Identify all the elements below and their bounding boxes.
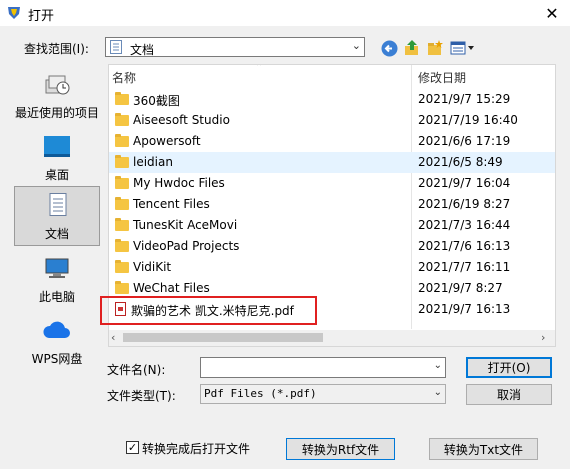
modified-date: 2021/6/19 8:27 — [418, 197, 511, 211]
sort-ascending-icon: ⌃ — [255, 64, 264, 73]
new-folder-icon — [428, 40, 443, 55]
back-arrow-icon — [381, 40, 397, 56]
file-type-value: Pdf Files (*.pdf) — [204, 387, 317, 400]
folder-icon — [115, 92, 129, 105]
file-name: VidiKit — [133, 260, 172, 274]
convert-to-txt-button[interactable]: 转换为Txt文件 — [429, 438, 538, 460]
modified-date: 2021/9/7 15:29 — [418, 92, 511, 106]
title-bar: 打开 ✕ — [0, 0, 570, 26]
cancel-button-label: 取消 — [496, 388, 521, 402]
column-header-date[interactable]: 修改日期 — [418, 69, 466, 86]
folder-icon — [115, 176, 129, 189]
convert-to-rtf-button[interactable]: 转换为Rtf文件 — [286, 438, 395, 460]
modified-date: 2021/9/7 16:13 — [418, 302, 511, 316]
open-after-convert-checkbox[interactable]: ✓ — [126, 441, 139, 454]
modified-date: 2021/6/6 17:19 — [418, 134, 511, 148]
modified-date: 2021/7/3 16:44 — [418, 218, 511, 232]
file-name: My Hwdoc Files — [133, 176, 225, 190]
file-type-dropdown[interactable]: Pdf Files (*.pdf) ⌄ — [200, 384, 446, 404]
documents-folder-icon — [110, 40, 122, 54]
folder-icon — [115, 155, 129, 168]
place-label: 最近使用的项目 — [14, 106, 99, 120]
folder-icon — [115, 218, 129, 231]
horizontal-scrollbar[interactable]: ‹ › — [109, 330, 555, 346]
file-name: Apowersoft — [133, 134, 201, 148]
wps-cloud-icon — [43, 321, 70, 338]
scroll-left-icon[interactable]: ‹ — [111, 331, 115, 344]
window-title: 打开 — [28, 9, 55, 24]
convert-to-txt-label: 转换为Txt文件 — [443, 442, 524, 457]
list-item[interactable]: 360截图 2021/9/7 15:29 — [109, 89, 555, 110]
look-in-label: 查找范围(I): — [24, 42, 89, 56]
folder-icon — [115, 260, 129, 273]
list-item[interactable]: VideoPad Projects 2021/7/6 16:13 — [109, 236, 555, 257]
chevron-down-icon: ⌄ — [433, 387, 442, 398]
view-menu-button[interactable] — [450, 38, 476, 58]
view-menu-icon — [450, 41, 474, 55]
file-name: 360截图 — [133, 94, 180, 108]
file-type-label: 文件类型(T): — [107, 389, 176, 403]
place-label: 桌面 — [44, 168, 69, 182]
place-recent-items[interactable]: 最近使用的项目 — [14, 66, 100, 124]
folder-icon — [115, 281, 129, 294]
file-name: Tencent Files — [133, 197, 210, 211]
back-button[interactable] — [379, 38, 399, 58]
modified-date: 2021/9/7 8:27 — [418, 281, 503, 295]
file-name: Aiseesoft Studio — [133, 113, 230, 127]
modified-date: 2021/7/6 16:13 — [418, 239, 511, 253]
folder-icon — [115, 134, 129, 147]
place-desktop[interactable]: 桌面 — [14, 128, 100, 186]
file-name: VideoPad Projects — [133, 239, 240, 253]
folder-icon — [115, 113, 129, 126]
list-item[interactable]: Aiseesoft Studio 2021/7/19 16:40 — [109, 110, 555, 131]
close-button[interactable]: ✕ — [540, 2, 564, 24]
list-item[interactable]: Tencent Files 2021/6/19 8:27 — [109, 194, 555, 215]
place-label: WPS网盘 — [31, 352, 83, 366]
documents-icon — [49, 193, 67, 216]
list-item[interactable]: TunesKit AceMovi 2021/7/3 16:44 — [109, 215, 555, 236]
scrollbar-thumb[interactable] — [123, 333, 323, 342]
folder-icon — [115, 197, 129, 210]
place-label: 此电脑 — [38, 290, 75, 304]
look-in-dropdown[interactable]: 文档 ⌄ — [105, 37, 365, 57]
place-this-pc[interactable]: 此电脑 — [14, 250, 100, 308]
places-bar: 最近使用的项目 桌面 文档 此电脑 WPS网盘 — [7, 64, 103, 374]
file-name: WeChat Files — [133, 281, 210, 295]
desktop-icon — [44, 136, 70, 157]
chevron-down-icon[interactable]: ⌄ — [434, 360, 442, 371]
look-in-value: 文档 — [130, 43, 155, 57]
open-after-convert-label: 转换完成后打开文件 — [142, 442, 251, 456]
list-item[interactable]: My Hwdoc Files 2021/9/7 16:04 — [109, 173, 555, 194]
list-item[interactable]: leidian 2021/6/5 8:49 — [109, 152, 555, 173]
new-folder-button[interactable] — [425, 38, 445, 58]
modified-date: 2021/9/7 16:04 — [418, 176, 511, 190]
file-name: leidian — [133, 155, 173, 169]
modified-date: 2021/6/5 8:49 — [418, 155, 503, 169]
chevron-down-icon: ⌄ — [351, 39, 361, 52]
place-label: 文档 — [44, 227, 69, 241]
column-header-name[interactable]: 名称 — [112, 69, 136, 86]
modified-date: 2021/7/7 16:11 — [418, 260, 511, 274]
place-wps-cloud[interactable]: WPS网盘 — [14, 312, 100, 370]
this-pc-icon — [45, 258, 69, 278]
list-item[interactable]: Apowersoft 2021/6/6 17:19 — [109, 131, 555, 152]
scroll-right-icon[interactable]: › — [541, 331, 545, 344]
annotation-highlight-box — [100, 296, 317, 325]
modified-date: 2021/7/19 16:40 — [418, 113, 518, 127]
app-icon — [8, 7, 20, 19]
close-icon: ✕ — [545, 3, 559, 23]
up-folder-icon — [405, 40, 418, 55]
recent-items-icon — [45, 75, 70, 95]
up-folder-button[interactable] — [402, 38, 422, 58]
convert-to-rtf-label: 转换为Rtf文件 — [301, 442, 380, 457]
file-name: TunesKit AceMovi — [133, 218, 238, 232]
folder-icon — [115, 239, 129, 252]
place-documents[interactable]: 文档 — [14, 186, 100, 246]
list-item[interactable]: VidiKit 2021/7/7 16:11 — [109, 257, 555, 278]
open-button-label: 打开(O) — [487, 361, 531, 375]
file-name-label: 文件名(N): — [107, 363, 166, 377]
cancel-button[interactable]: 取消 — [466, 384, 552, 405]
file-name-input[interactable]: ⌄ — [200, 357, 446, 378]
open-button[interactable]: 打开(O) — [466, 357, 552, 378]
